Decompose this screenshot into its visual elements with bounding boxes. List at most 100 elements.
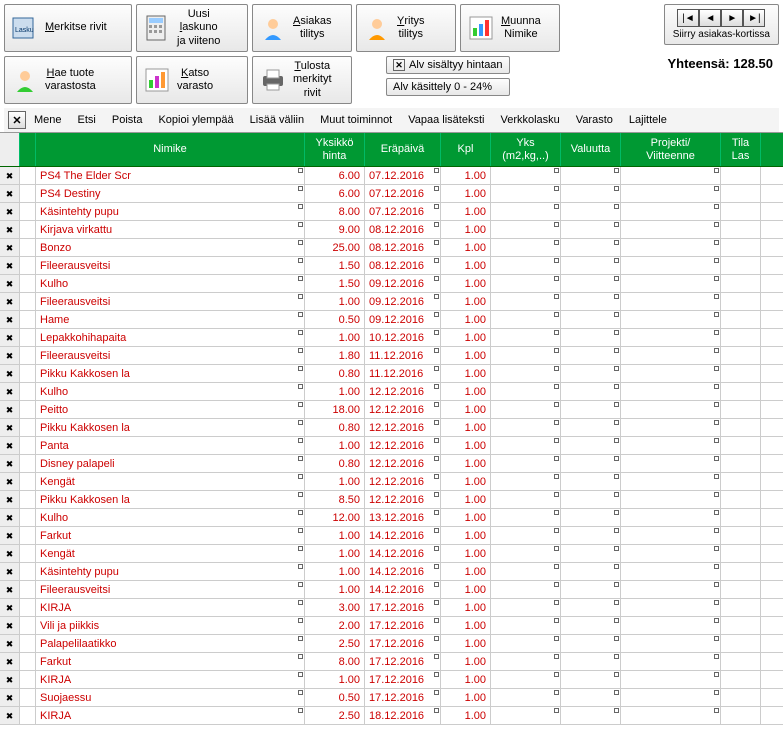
row-delete-button[interactable] (0, 275, 20, 292)
header-projekti[interactable]: Projekti/Viitteenne (621, 133, 721, 166)
cell-yks[interactable] (491, 239, 561, 256)
asiakas-tilitys-button[interactable]: Asiakastilitys (252, 4, 352, 52)
cell-yks[interactable] (491, 599, 561, 616)
cell-yks[interactable] (491, 257, 561, 274)
cell-name[interactable]: Fileerausveitsi (36, 293, 305, 310)
cell-price[interactable]: 25.00 (305, 239, 365, 256)
cell-date[interactable]: 07.12.2016 (365, 185, 441, 202)
row-delete-button[interactable] (0, 455, 20, 472)
cell-tila[interactable] (721, 167, 761, 184)
table-row[interactable]: KIRJA2.5018.12.20161.00 (0, 707, 783, 725)
cell-yks[interactable] (491, 293, 561, 310)
cell-date[interactable]: 08.12.2016 (365, 239, 441, 256)
row-delete-button[interactable] (0, 419, 20, 436)
cell-projekti[interactable] (621, 347, 721, 364)
cell-date[interactable]: 14.12.2016 (365, 527, 441, 544)
cell-yks[interactable] (491, 491, 561, 508)
row-delete-button[interactable] (0, 581, 20, 598)
cell-date[interactable]: 09.12.2016 (365, 311, 441, 328)
cell-date[interactable]: 09.12.2016 (365, 275, 441, 292)
cell-name[interactable]: Fileerausveitsi (36, 347, 305, 364)
cell-projekti[interactable] (621, 617, 721, 634)
table-row[interactable]: Kulho12.0013.12.20161.00 (0, 509, 783, 527)
cell-kpl[interactable]: 1.00 (441, 401, 491, 418)
cell-yks[interactable] (491, 563, 561, 580)
header-name[interactable]: Nimike (36, 133, 305, 166)
cell-yks[interactable] (491, 653, 561, 670)
cell-price[interactable]: 6.00 (305, 185, 365, 202)
row-delete-button[interactable] (0, 257, 20, 274)
cell-projekti[interactable] (621, 509, 721, 526)
cell-date[interactable]: 14.12.2016 (365, 581, 441, 598)
cell-tila[interactable] (721, 311, 761, 328)
cell-valuutta[interactable] (561, 545, 621, 562)
cell-tila[interactable] (721, 257, 761, 274)
cell-date[interactable]: 13.12.2016 (365, 509, 441, 526)
cell-tila[interactable] (721, 635, 761, 652)
cell-kpl[interactable]: 1.00 (441, 257, 491, 274)
cell-yks[interactable] (491, 707, 561, 724)
cell-kpl[interactable]: 1.00 (441, 239, 491, 256)
cell-valuutta[interactable] (561, 617, 621, 634)
cell-projekti[interactable] (621, 167, 721, 184)
cell-date[interactable]: 12.12.2016 (365, 383, 441, 400)
cell-yks[interactable] (491, 509, 561, 526)
cell-kpl[interactable]: 1.00 (441, 563, 491, 580)
table-row[interactable]: Lepakkohihapaita1.0010.12.20161.00 (0, 329, 783, 347)
cell-date[interactable]: 10.12.2016 (365, 329, 441, 346)
table-row[interactable]: Vili ja piikkis2.0017.12.20161.00 (0, 617, 783, 635)
cell-kpl[interactable]: 1.00 (441, 599, 491, 616)
cell-yks[interactable] (491, 221, 561, 238)
row-delete-button[interactable] (0, 509, 20, 526)
nav-first-button[interactable]: |◄ (677, 9, 699, 27)
table-row[interactable]: Kulho1.5009.12.20161.00 (0, 275, 783, 293)
cell-kpl[interactable]: 1.00 (441, 275, 491, 292)
cell-tila[interactable] (721, 347, 761, 364)
cell-yks[interactable] (491, 401, 561, 418)
cell-name[interactable]: Fileerausveitsi (36, 581, 305, 598)
cell-projekti[interactable] (621, 653, 721, 670)
cell-name[interactable]: Pikku Kakkosen la (36, 419, 305, 436)
header-price[interactable]: Yksikkö hinta (305, 133, 365, 166)
cell-price[interactable]: 1.00 (305, 581, 365, 598)
row-delete-button[interactable] (0, 545, 20, 562)
cell-kpl[interactable]: 1.00 (441, 383, 491, 400)
cell-price[interactable]: 2.00 (305, 617, 365, 634)
cell-price[interactable]: 0.80 (305, 419, 365, 436)
cell-valuutta[interactable] (561, 311, 621, 328)
cell-date[interactable]: 12.12.2016 (365, 491, 441, 508)
cell-valuutta[interactable] (561, 185, 621, 202)
cell-tila[interactable] (721, 293, 761, 310)
cell-name[interactable]: Kulho (36, 509, 305, 526)
menu-lisää-väliin[interactable]: Lisää väliin (242, 112, 312, 128)
cell-projekti[interactable] (621, 707, 721, 724)
row-delete-button[interactable] (0, 239, 20, 256)
cell-tila[interactable] (721, 599, 761, 616)
cell-projekti[interactable] (621, 455, 721, 472)
cell-yks[interactable] (491, 455, 561, 472)
cell-price[interactable]: 1.80 (305, 347, 365, 364)
cell-kpl[interactable]: 1.00 (441, 221, 491, 238)
header-kpl[interactable]: Kpl (441, 133, 491, 166)
cell-kpl[interactable]: 1.00 (441, 671, 491, 688)
table-row[interactable]: Peitto18.0012.12.20161.00 (0, 401, 783, 419)
cell-tila[interactable] (721, 437, 761, 454)
cell-valuutta[interactable] (561, 383, 621, 400)
cell-yks[interactable] (491, 347, 561, 364)
cell-projekti[interactable] (621, 563, 721, 580)
nav-last-button[interactable]: ►| (743, 9, 765, 27)
cell-price[interactable]: 0.50 (305, 689, 365, 706)
cell-date[interactable]: 17.12.2016 (365, 653, 441, 670)
table-row[interactable]: Kengät1.0012.12.20161.00 (0, 473, 783, 491)
cell-date[interactable]: 17.12.2016 (365, 635, 441, 652)
cell-date[interactable]: 17.12.2016 (365, 599, 441, 616)
cell-projekti[interactable] (621, 221, 721, 238)
cell-tila[interactable] (721, 239, 761, 256)
row-delete-button[interactable] (0, 527, 20, 544)
cell-valuutta[interactable] (561, 203, 621, 220)
cell-date[interactable]: 18.12.2016 (365, 707, 441, 724)
cell-date[interactable]: 07.12.2016 (365, 203, 441, 220)
cell-tila[interactable] (721, 563, 761, 580)
cell-name[interactable]: Bonzo (36, 239, 305, 256)
cell-projekti[interactable] (621, 401, 721, 418)
